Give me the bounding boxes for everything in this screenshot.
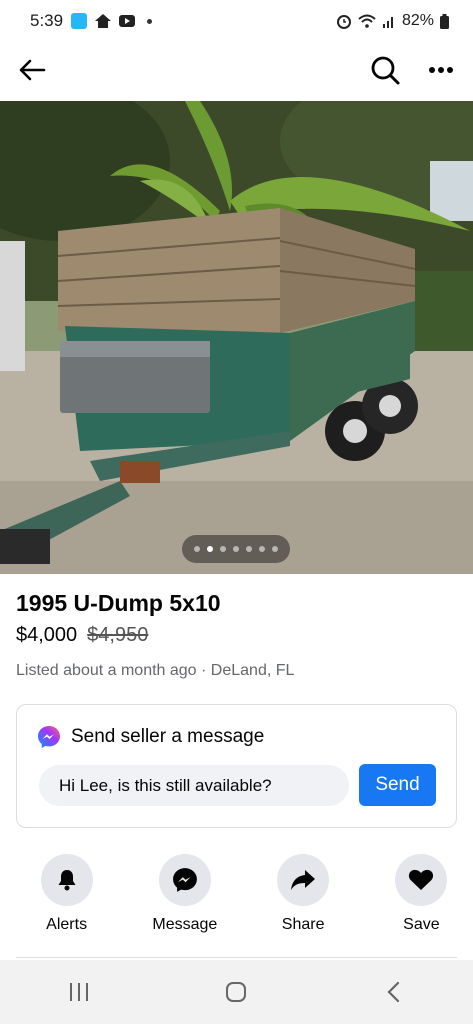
- listing-meta: Listed about a month ago · DeLand, FL: [16, 662, 295, 679]
- share-label: Share: [281, 916, 325, 933]
- action-row: Alerts Message Share Save: [0, 854, 473, 934]
- original-price: $4,950: [87, 624, 149, 646]
- message-card-heading: Send seller a message: [71, 726, 265, 747]
- save-button-circle[interactable]: [395, 854, 448, 906]
- chat-app-icon: [71, 13, 88, 29]
- system-back-icon: [387, 981, 400, 1003]
- pagination-dot: [246, 546, 252, 552]
- status-bar: 5:39 82%: [0, 0, 473, 42]
- back-button[interactable]: [16, 54, 48, 86]
- pagination-dot: [220, 546, 226, 552]
- more-options-button[interactable]: [425, 54, 457, 86]
- system-nav-bar: [0, 960, 473, 1024]
- listing-photo[interactable]: [0, 101, 473, 574]
- more-icon: [429, 67, 453, 73]
- pagination-dot: [259, 546, 265, 552]
- message-input[interactable]: [39, 765, 349, 806]
- app-bar: [0, 42, 473, 98]
- message-button[interactable]: Message: [133, 854, 236, 934]
- trailer-photo-image: [0, 101, 473, 574]
- share-button-circle[interactable]: [277, 854, 330, 906]
- pagination-dot: [194, 546, 200, 552]
- messenger-logo-icon: [38, 726, 60, 748]
- home-circle-icon: [226, 982, 247, 1002]
- status-time: 5:39: [30, 11, 64, 30]
- message-button-circle[interactable]: [158, 854, 211, 906]
- alarm-icon: [336, 15, 351, 29]
- pagination-dot: [272, 546, 278, 552]
- recent-apps-button[interactable]: [59, 972, 99, 1012]
- alerts-button[interactable]: Alerts: [15, 854, 118, 934]
- notification-dot-icon: [147, 18, 153, 24]
- recent-apps-icon: [69, 983, 88, 1001]
- alerts-label: Alerts: [46, 916, 88, 933]
- wifi-icon: [358, 14, 376, 28]
- heart-icon: [409, 869, 434, 890]
- back-arrow-icon: [19, 59, 46, 81]
- bell-icon: [58, 870, 76, 891]
- share-icon: [291, 870, 316, 890]
- youtube-icon: [119, 15, 136, 27]
- send-message-card: Send seller a message Send: [16, 704, 457, 828]
- system-back-button[interactable]: [374, 972, 414, 1012]
- send-button[interactable]: Send: [359, 764, 436, 806]
- pagination-dot-active: [207, 546, 213, 552]
- home-button[interactable]: [216, 972, 256, 1012]
- home-icon: [95, 14, 112, 28]
- listing-title: 1995 U-Dump 5x10: [16, 590, 221, 616]
- message-card-header: Send seller a message: [37, 725, 264, 749]
- search-button[interactable]: [369, 54, 401, 86]
- signal-icon: [382, 17, 393, 28]
- alerts-button-circle[interactable]: [40, 854, 93, 906]
- search-icon: [371, 56, 400, 85]
- share-button[interactable]: Share: [252, 854, 355, 934]
- image-pagination[interactable]: [182, 535, 290, 563]
- message-label: Message: [152, 916, 218, 933]
- battery-icon: [440, 13, 449, 29]
- listing-price: $4,000: [16, 624, 78, 646]
- pagination-dot: [233, 546, 239, 552]
- save-button[interactable]: Save: [370, 854, 473, 934]
- messenger-icon: [172, 868, 197, 892]
- save-label: Save: [403, 916, 440, 933]
- divider: [16, 957, 457, 958]
- price-row: $4,000 $4,950: [16, 624, 148, 647]
- battery-percent: 82%: [401, 12, 434, 29]
